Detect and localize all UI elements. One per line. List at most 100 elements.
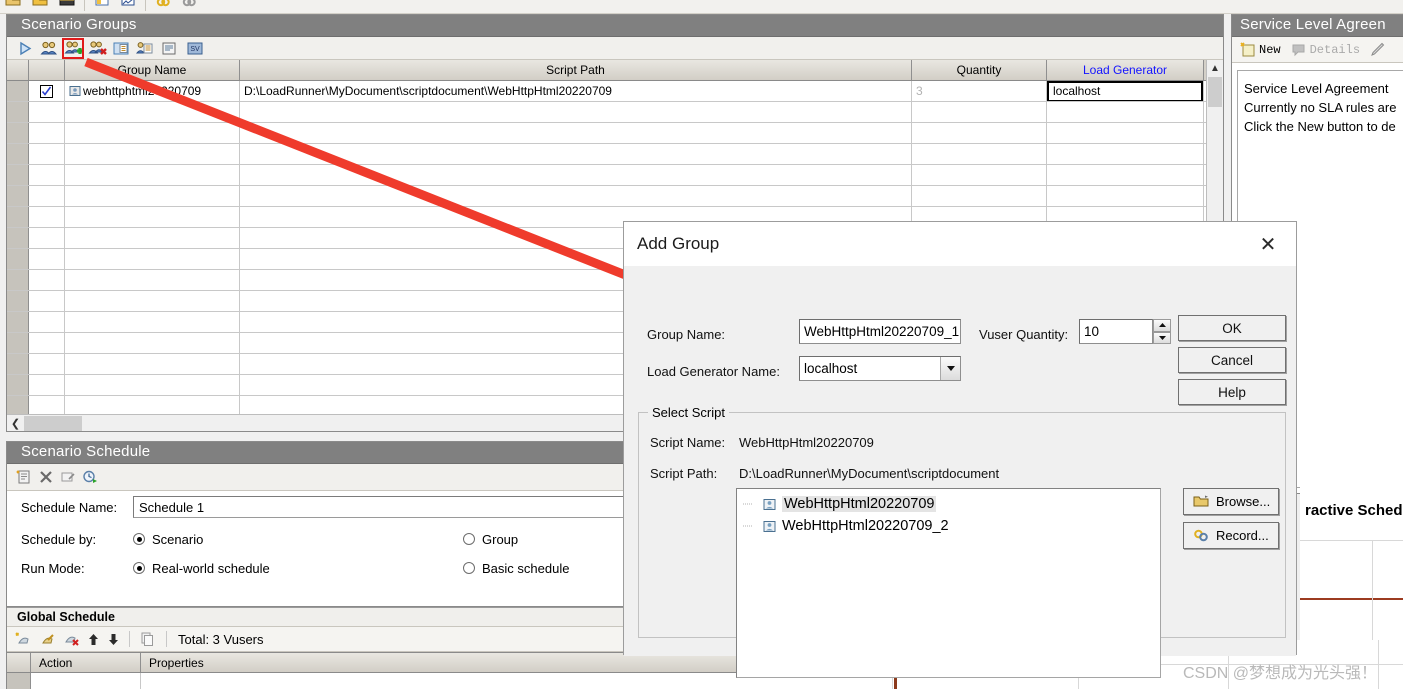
row-selector[interactable] <box>7 333 29 353</box>
vuser-group-button[interactable] <box>39 39 59 58</box>
cell-empty[interactable] <box>29 291 65 311</box>
sla-details-button[interactable]: Details <box>1291 42 1360 57</box>
row-selector[interactable] <box>7 207 29 227</box>
cell-empty[interactable] <box>240 102 912 122</box>
run-scenario-button[interactable] <box>15 39 35 58</box>
row-selector[interactable] <box>7 165 29 185</box>
row-selector[interactable] <box>7 144 29 164</box>
remove-group-button[interactable] <box>87 39 107 58</box>
row-selector[interactable] <box>7 81 29 101</box>
cell-empty[interactable] <box>29 144 65 164</box>
cell-empty[interactable] <box>1047 165 1204 185</box>
row-selector[interactable] <box>7 673 31 689</box>
stepper-up-icon[interactable] <box>1153 319 1171 332</box>
cell-empty[interactable] <box>65 207 240 227</box>
table-row-empty[interactable] <box>7 144 1223 165</box>
cell-empty[interactable] <box>29 207 65 227</box>
close-icon[interactable]: ✕ <box>1254 230 1282 258</box>
sv-icon-button[interactable]: SV <box>185 39 205 58</box>
refresh-icon[interactable] <box>180 0 198 10</box>
cell-empty[interactable] <box>65 375 240 395</box>
table-row-empty[interactable] <box>7 102 1223 123</box>
link-icon[interactable] <box>154 0 172 10</box>
radio-schedule-by-group[interactable]: Group <box>463 532 518 547</box>
row-selector[interactable] <box>7 312 29 332</box>
row-selector[interactable] <box>7 270 29 290</box>
table-row[interactable]: webhttphtml20220709 D:\LoadRunner\MyDocu… <box>7 81 1223 102</box>
add-action-icon[interactable] <box>15 631 32 648</box>
cell-empty[interactable] <box>65 396 240 414</box>
row-selector[interactable] <box>7 396 29 414</box>
row-selector[interactable] <box>7 186 29 206</box>
vuser-quantity-input[interactable]: 10 <box>1079 319 1153 344</box>
cell-empty[interactable] <box>1047 144 1204 164</box>
cell-empty[interactable] <box>65 165 240 185</box>
cell-empty[interactable] <box>240 123 912 143</box>
cell-empty[interactable] <box>912 102 1047 122</box>
grid-icon[interactable] <box>93 0 111 10</box>
sla-new-button[interactable]: New <box>1240 42 1281 57</box>
move-down-icon[interactable] <box>107 632 120 647</box>
hscroll-thumb[interactable] <box>24 415 82 431</box>
radio-schedule-by-scenario[interactable]: Scenario <box>133 532 463 547</box>
sla-edit-button[interactable] <box>1370 42 1387 57</box>
cell-empty[interactable] <box>1047 123 1204 143</box>
table-row-empty[interactable] <box>7 123 1223 144</box>
row-selector[interactable] <box>7 123 29 143</box>
table-row-empty[interactable] <box>7 165 1223 186</box>
cell-empty[interactable] <box>65 102 240 122</box>
cell-empty[interactable] <box>65 186 240 206</box>
cell-empty[interactable] <box>1047 102 1204 122</box>
cancel-button[interactable]: Cancel <box>1178 347 1286 373</box>
chevron-down-icon[interactable] <box>940 357 960 380</box>
browse-button[interactable]: Browse... <box>1183 488 1279 515</box>
details-button[interactable] <box>111 39 131 58</box>
cell-empty[interactable] <box>29 312 65 332</box>
script-button[interactable] <box>159 39 179 58</box>
add-group-button[interactable] <box>62 38 84 59</box>
stepper-down-icon[interactable] <box>1153 331 1171 344</box>
cell-empty[interactable] <box>29 396 65 414</box>
delete-schedule-icon[interactable] <box>37 468 57 487</box>
open-folder-icon[interactable] <box>4 0 22 10</box>
cell-empty[interactable] <box>65 354 240 374</box>
save-icon[interactable] <box>31 0 49 10</box>
radio-run-mode-realworld[interactable]: Real-world schedule <box>133 561 463 576</box>
cell-empty[interactable] <box>240 186 912 206</box>
row-selector[interactable] <box>7 291 29 311</box>
grid-header-load-generator[interactable]: Load Generator <box>1047 60 1204 80</box>
cell-empty[interactable] <box>912 123 1047 143</box>
delete-action-icon[interactable] <box>63 631 80 648</box>
row-selector[interactable] <box>7 102 29 122</box>
edit-action-icon[interactable] <box>39 631 56 648</box>
cell-empty[interactable] <box>29 186 65 206</box>
copy-icon[interactable] <box>139 631 155 647</box>
cell-load-generator[interactable]: localhost <box>1047 81 1204 101</box>
grid-header-script-path[interactable]: Script Path <box>240 60 912 80</box>
cell-empty[interactable] <box>65 228 240 248</box>
cell-empty[interactable] <box>29 333 65 353</box>
gs-header-action[interactable]: Action <box>31 653 141 672</box>
list-item[interactable]: WebHttpHtml20220709 <box>737 493 1160 515</box>
cell-script-path[interactable]: D:\LoadRunner\MyDocument\scriptdocument\… <box>240 81 912 101</box>
row-selector[interactable] <box>7 228 29 248</box>
cell-empty[interactable] <box>65 144 240 164</box>
move-up-icon[interactable] <box>87 632 100 647</box>
cell-empty[interactable] <box>29 228 65 248</box>
cell-empty[interactable] <box>65 249 240 269</box>
group-name-input[interactable]: WebHttpHtml20220709_1 <box>799 319 961 344</box>
cell-empty[interactable] <box>29 249 65 269</box>
scroll-up-icon[interactable]: ▲ <box>1207 60 1223 77</box>
cell-empty[interactable] <box>65 123 240 143</box>
record-button[interactable]: Record... <box>1183 522 1279 549</box>
vscroll-thumb[interactable] <box>1208 77 1222 107</box>
grid-header-group-name[interactable]: Group Name <box>65 60 240 80</box>
cell-empty[interactable] <box>29 123 65 143</box>
run-schedule-icon[interactable] <box>81 468 101 487</box>
row-selector[interactable] <box>7 354 29 374</box>
row-enable-checkbox[interactable] <box>29 81 65 101</box>
report-icon[interactable] <box>119 0 137 10</box>
load-generator-editbox[interactable]: localhost <box>1047 81 1203 101</box>
cell-empty[interactable] <box>912 165 1047 185</box>
cell-empty[interactable] <box>65 312 240 332</box>
